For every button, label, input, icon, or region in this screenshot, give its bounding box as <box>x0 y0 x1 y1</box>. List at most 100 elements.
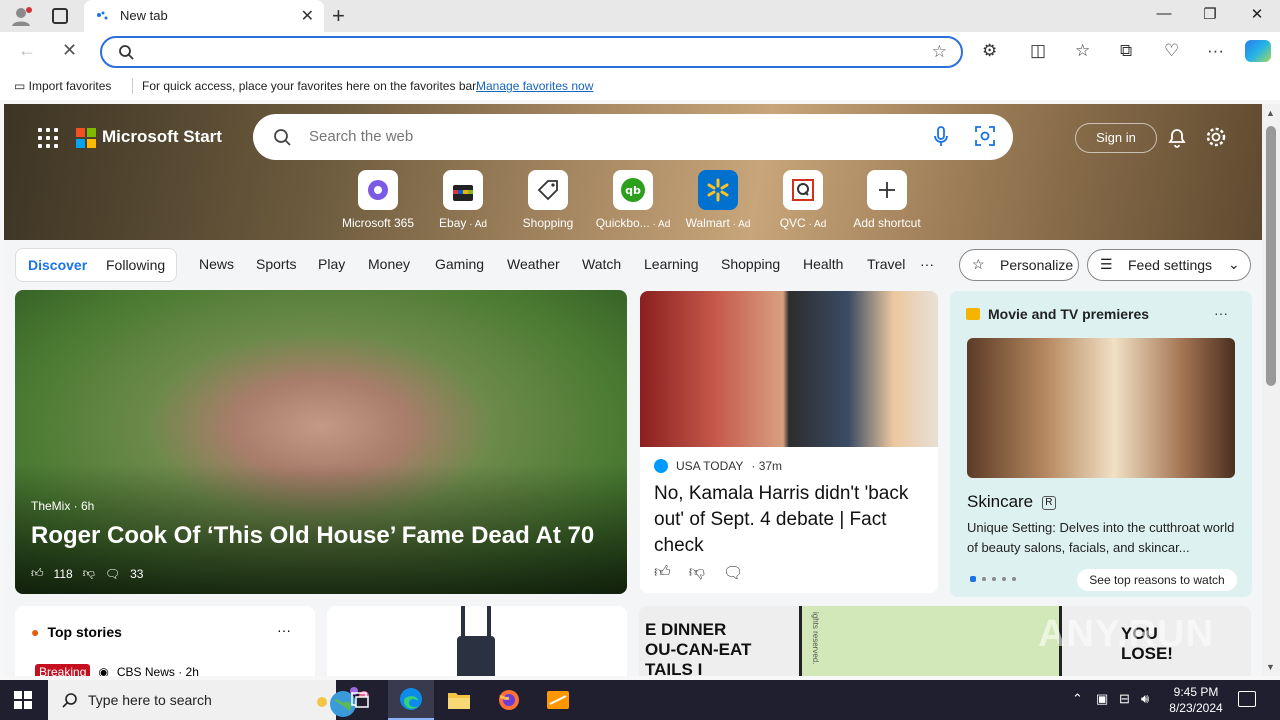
browser-toolbar: ← ✕ ☆ ⚙ ◫ ☆ ⧉ ♡ ··· <box>0 32 1280 72</box>
nav-news[interactable]: News <box>199 256 234 272</box>
back-arrow-icon[interactable]: ← <box>18 40 36 61</box>
brand-title[interactable]: Microsoft Start <box>102 127 222 147</box>
tab-discover[interactable]: Discover <box>28 257 87 273</box>
nav-watch[interactable]: Watch <box>582 256 621 272</box>
browser-essentials-icon[interactable]: ♡ <box>1164 41 1179 61</box>
product-card[interactable] <box>327 606 627 676</box>
task-view-icon[interactable] <box>337 680 383 720</box>
favorites-bar: ▭ Import favorites For quick access, pla… <box>0 72 1280 100</box>
windows-start-icon[interactable] <box>14 691 32 709</box>
shortcut-microsoft-365[interactable]: Microsoft 365 <box>338 170 418 230</box>
news-card[interactable]: USA TODAY · 37m No, Kamala Harris didn't… <box>640 291 938 593</box>
chevron-up-icon[interactable]: ⌃ <box>1072 691 1083 707</box>
file-explorer-icon[interactable] <box>436 680 482 720</box>
like-count: 118 <box>53 566 73 581</box>
restore-button[interactable]: ❐ <box>1187 5 1233 23</box>
comment-icon[interactable]: 🗨︎ <box>723 563 743 583</box>
settings-gear-icon[interactable] <box>1205 126 1227 148</box>
shortcut-quickbooks[interactable]: qb Quickbo... · Ad <box>593 170 673 230</box>
shortcut-ebay[interactable]: Ebay · Ad <box>423 170 503 230</box>
news-title[interactable]: No, Kamala Harris didn't 'back out' of S… <box>654 481 926 559</box>
extensions-icon[interactable]: ⚙ <box>982 41 997 61</box>
address-bar[interactable]: ☆ <box>100 36 963 68</box>
thumbs-up-icon[interactable]: 👍︎ <box>654 563 671 583</box>
tab-close-button[interactable]: ✕ <box>301 6 314 26</box>
news-source: USA TODAY · 37m <box>654 459 782 473</box>
taskbar-search-box[interactable]: Type here to search <box>48 680 369 720</box>
loading-icon <box>97 11 108 20</box>
more-menu-icon[interactable]: ··· <box>1207 41 1224 61</box>
shopping-tag-icon <box>528 170 568 210</box>
sublime-app-icon[interactable] <box>535 680 581 720</box>
nav-gaming[interactable]: Gaming <box>435 256 484 272</box>
favorites-icon[interactable]: ☆ <box>1075 41 1090 61</box>
firefox-icon[interactable] <box>486 680 532 720</box>
app-launcher-icon[interactable] <box>38 128 58 148</box>
nav-money[interactable]: Money <box>368 256 410 272</box>
page-scrollbar[interactable]: ▲ ▼ <box>1262 104 1280 676</box>
more-options-icon[interactable]: ··· <box>277 622 291 638</box>
nav-play[interactable]: Play <box>318 256 345 272</box>
tab-new-tab[interactable]: New tab ✕ <box>84 0 324 32</box>
carousel-dots[interactable] <box>970 576 1016 582</box>
nav-sports[interactable]: Sports <box>256 256 296 272</box>
feed-settings-button[interactable]: ☰ Feed settings ⌄ <box>1087 249 1251 281</box>
scroll-down-icon[interactable]: ▼ <box>1266 662 1275 672</box>
minimize-button[interactable]: — <box>1141 5 1187 22</box>
web-search-box[interactable]: Search the web <box>253 114 1013 160</box>
main-story-card[interactable]: TheMix · 6h Roger Cook Of ‘This Old Hous… <box>15 290 627 594</box>
sparkle-star-icon: ☆ <box>972 256 985 272</box>
scroll-up-icon[interactable]: ▲ <box>1266 108 1275 118</box>
import-favorites-button[interactable]: ▭ Import favorites <box>14 79 111 93</box>
hero-banner: Microsoft Start Search the web Sign in M… <box>4 104 1262 240</box>
movie-title[interactable]: Skincare R <box>967 492 1056 512</box>
shortcut-label: Walmart · Ad <box>685 216 751 230</box>
comment-icon[interactable]: 🗨︎ <box>105 567 120 581</box>
copilot-icon[interactable] <box>1245 40 1271 62</box>
new-tab-button[interactable]: + <box>332 3 345 29</box>
notifications-icon[interactable] <box>1238 691 1256 707</box>
notifications-bell-icon[interactable] <box>1166 126 1188 148</box>
edge-browser-icon[interactable] <box>388 680 434 720</box>
favorite-star-icon[interactable]: ☆ <box>932 42 947 62</box>
microphone-icon[interactable] <box>933 126 949 148</box>
tab-following[interactable]: Following <box>106 257 165 273</box>
shortcut-add[interactable]: Add shortcut <box>847 170 927 230</box>
taskbar-search-placeholder: Type here to search <box>88 692 212 708</box>
personalize-button[interactable]: ☆ Personalize <box>959 249 1079 281</box>
more-options-icon[interactable]: ··· <box>1214 305 1228 321</box>
top-stories-card[interactable]: ● Top stories ··· Breaking ◉ CBS News · … <box>15 606 315 676</box>
stop-loading-icon[interactable]: ✕ <box>62 40 77 61</box>
shortcut-shopping[interactable]: Shopping <box>508 170 588 230</box>
split-screen-icon[interactable]: ◫ <box>1030 41 1046 61</box>
see-reasons-button[interactable]: See top reasons to watch <box>1077 569 1237 591</box>
clock[interactable]: 9:45 PM 8/23/2024 <box>1164 684 1228 716</box>
visual-search-icon[interactable] <box>975 126 995 146</box>
thumbs-down-icon[interactable]: 👎︎ <box>83 566 95 581</box>
volume-icon[interactable]: 🔊︎ <box>1141 691 1149 707</box>
top-story-item[interactable]: Breaking ◉ CBS News · 2h <box>35 664 199 676</box>
story-title[interactable]: Roger Cook Of ‘This Old House’ Fame Dead… <box>31 522 594 550</box>
nav-health[interactable]: Health <box>803 256 843 272</box>
shortcut-walmart[interactable]: Walmart · Ad <box>678 170 758 230</box>
manage-favorites-link[interactable]: Manage favorites now <box>476 79 593 93</box>
nav-learning[interactable]: Learning <box>644 256 699 272</box>
sign-in-button[interactable]: Sign in <box>1075 123 1157 153</box>
shortcut-qvc[interactable]: QVC · Ad <box>763 170 843 230</box>
nav-weather[interactable]: Weather <box>507 256 560 272</box>
close-window-button[interactable]: ✕ <box>1234 5 1280 23</box>
network-icon[interactable]: ⊟ <box>1119 691 1130 707</box>
nav-travel[interactable]: Travel <box>867 256 905 272</box>
thumbs-up-icon[interactable]: 👍︎ <box>31 566 44 581</box>
scrollbar-thumb[interactable] <box>1266 126 1276 386</box>
movie-premieres-card[interactable]: Movie and TV premieres ··· Skincare R Un… <box>950 291 1252 597</box>
nav-shopping[interactable]: Shopping <box>721 256 780 272</box>
device-icon[interactable]: ▣ <box>1096 691 1108 707</box>
thumbs-down-icon[interactable]: 👎︎ <box>689 563 705 583</box>
nav-more-icon[interactable]: ··· <box>920 256 934 272</box>
collections-icon[interactable]: ⧉ <box>1120 41 1132 61</box>
profile-icon[interactable] <box>10 6 32 26</box>
tab-actions-icon[interactable] <box>52 8 68 24</box>
movie-name: Skincare <box>967 492 1034 511</box>
shortcut-label: QVC · Ad <box>779 216 827 230</box>
